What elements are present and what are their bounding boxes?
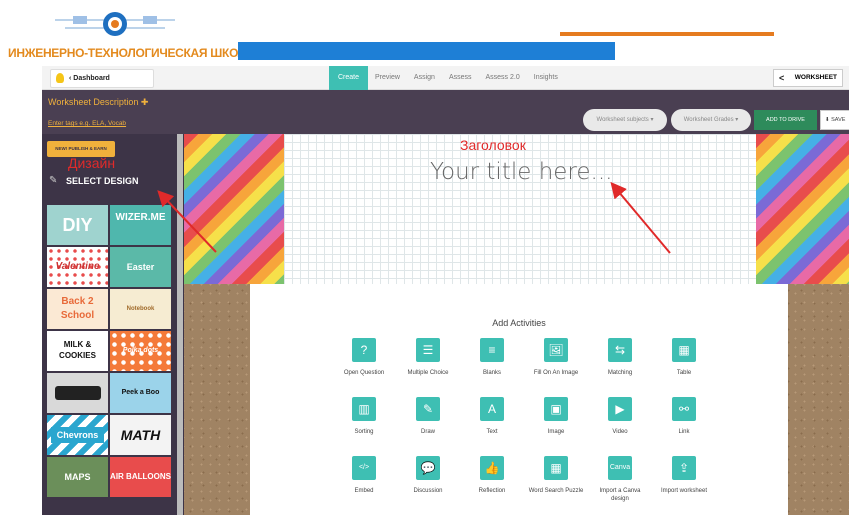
annotation-arrows [157,181,671,254]
title-arrow [610,181,671,254]
design-arrow [157,190,217,253]
